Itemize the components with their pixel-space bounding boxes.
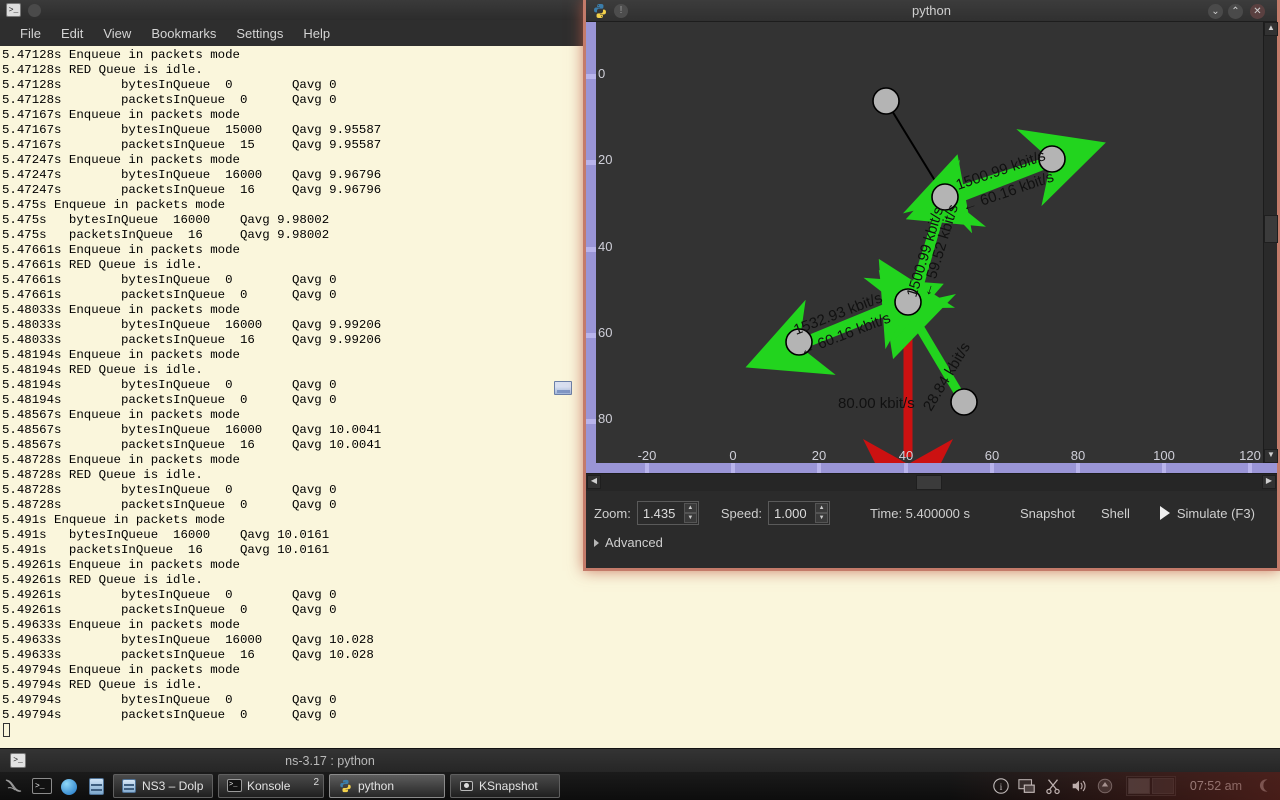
terminal-icon[interactable]: >_ (30, 774, 54, 798)
speed-spin-down-icon[interactable]: ▼ (815, 513, 829, 523)
snapshot-button[interactable]: Snapshot (1012, 502, 1083, 525)
task-button-konsole[interactable]: >_ Konsole 2 (218, 774, 324, 798)
menu-item-help[interactable]: Help (293, 23, 340, 44)
x-tick-20: 20 (811, 448, 827, 463)
node-0[interactable] (872, 87, 900, 115)
zoom-input[interactable] (637, 505, 682, 521)
task-button-ns3-dolphin[interactable]: NS3 – Dolphin (113, 774, 213, 798)
link-plain-0-1 (885, 100, 946, 198)
advanced-disclosure[interactable]: Advanced (594, 535, 663, 550)
x-tick--20: -20 (637, 448, 657, 463)
menu-item-bookmarks[interactable]: Bookmarks (141, 23, 226, 44)
horizontal-ruler-labels: -20 0 20 40 60 80 100 120 (586, 448, 1277, 464)
scroll-right-icon[interactable]: ▶ (1262, 475, 1276, 489)
konsole-titlebar-dot (28, 4, 41, 17)
task-label-konsole: Konsole (247, 779, 291, 793)
python-window-title: python (911, 3, 952, 18)
zoom-spin-up-icon[interactable]: ▲ (683, 503, 697, 513)
zoom-stepper[interactable]: ▲ ▼ (636, 501, 699, 525)
task-button-python[interactable]: python (329, 774, 445, 798)
x-tick-100: 100 (1153, 448, 1175, 463)
svg-text:i: i (1000, 782, 1003, 793)
vertical-scroll-thumb[interactable] (1264, 215, 1278, 243)
python-visualizer-window: ! python ⌄ ⌃ ✕ 1500.99 kbit/s ← 60.16 kb… (583, 0, 1280, 571)
zoom-spin-down-icon[interactable]: ▼ (683, 513, 697, 523)
task-label-ns3-dolphin: NS3 – Dolphin (142, 779, 204, 793)
menu-item-view[interactable]: View (93, 23, 141, 44)
files-icon[interactable] (84, 774, 108, 798)
task-count-konsole: 2 (313, 777, 319, 788)
speed-stepper[interactable]: ▲ ▼ (768, 501, 831, 525)
scroll-down-icon[interactable]: ▼ (1264, 449, 1278, 463)
horizontal-scroll-thumb[interactable] (916, 475, 942, 490)
console-cursor (3, 723, 10, 737)
browser-icon[interactable] (57, 774, 81, 798)
task-button-ksnapshot[interactable]: KSnapshot (450, 774, 560, 798)
pager-desktop-1[interactable] (1127, 778, 1150, 794)
shell-button[interactable]: Shell (1093, 502, 1138, 525)
scissors-icon[interactable] (1044, 777, 1062, 795)
speed-label: Speed: (720, 505, 763, 521)
simulate-button-label: Simulate (F3) (1176, 505, 1255, 521)
display-icon[interactable] (1018, 777, 1036, 795)
status-bar-title: ns-3.17 : python (285, 754, 375, 768)
x-tick-40: 40 (898, 448, 914, 463)
speed-spin-up-icon[interactable]: ▲ (815, 503, 829, 513)
taskbar: >_ NS3 – Dolphin >_ Konsole 2 (0, 772, 1280, 800)
system-tray: i 07:52 am (992, 776, 1280, 796)
speed-spin-buttons[interactable]: ▲ ▼ (815, 503, 829, 523)
clock[interactable]: 07:52 am (1184, 779, 1248, 793)
task-label-python: python (358, 779, 395, 793)
task-label-ksnapshot: KSnapshot (479, 779, 538, 793)
scroll-up-icon[interactable]: ▲ (1264, 22, 1278, 36)
x-tick-60: 60 (984, 448, 1000, 463)
terminal-icon: >_ (227, 779, 242, 793)
canvas-vertical-scrollbar[interactable]: ▲ ▼ (1263, 22, 1278, 463)
zoom-spin-buttons[interactable]: ▲ ▼ (683, 503, 697, 523)
zoom-label: Zoom: (594, 505, 631, 521)
scroll-left-icon[interactable]: ◀ (587, 475, 601, 489)
horizontal-ruler (586, 463, 1277, 473)
node-5[interactable] (950, 388, 978, 416)
desktop-pager[interactable] (1125, 776, 1176, 796)
advanced-label: Advanced (605, 535, 663, 550)
files-icon (122, 779, 137, 793)
close-button[interactable]: ✕ (1250, 4, 1265, 19)
menu-item-edit[interactable]: Edit (51, 23, 93, 44)
play-icon (1159, 506, 1170, 520)
link-label-80-00: 80.00 kbit/s (838, 395, 915, 412)
minimize-button[interactable]: ⌄ (1208, 4, 1223, 19)
menu-item-file[interactable]: File (10, 23, 51, 44)
menu-item-settings[interactable]: Settings (226, 23, 293, 44)
python-titlebar[interactable]: ! python ⌄ ⌃ ✕ (586, 0, 1277, 22)
window-status-bar: >_ ns-3.17 : python (0, 748, 1280, 772)
x-tick-0: 0 (729, 448, 737, 463)
desktop-screen: >_ File Edit View Bookmarks Settings Hel… (0, 0, 1280, 800)
moon-icon[interactable] (1256, 777, 1274, 795)
maximize-button[interactable]: ⌃ (1228, 4, 1243, 19)
simulate-button[interactable]: Simulate (F3) (1152, 502, 1263, 525)
speed-input[interactable] (769, 505, 814, 521)
desktop-icon (554, 381, 572, 395)
info-icon[interactable]: i (992, 777, 1010, 795)
canvas-horizontal-scrollbar[interactable]: ◀ ▶ (586, 473, 1277, 491)
topology-graph: 1500.99 kbit/s ← 60.16 kbit/s 1500.99 kb… (745, 87, 1106, 463)
volume-icon[interactable] (1070, 777, 1088, 795)
terminal-icon: >_ (6, 3, 21, 17)
update-icon[interactable] (1096, 777, 1114, 795)
simulation-time-label: Time: 5.400000 s (870, 505, 971, 521)
vertical-ruler (586, 22, 596, 463)
menu-icon[interactable] (3, 774, 27, 798)
chevron-right-icon (594, 538, 599, 547)
python-logo-icon (338, 779, 353, 793)
ksnapshot-icon (459, 779, 474, 793)
topology-canvas[interactable]: 1500.99 kbit/s ← 60.16 kbit/s 1500.99 kb… (586, 22, 1277, 463)
simulation-control-bar: Zoom: ▲ ▼ Speed: ▲ ▼ Time: 5.40000 (586, 491, 1277, 565)
x-tick-80: 80 (1070, 448, 1086, 463)
pager-desktop-2[interactable] (1151, 778, 1174, 794)
